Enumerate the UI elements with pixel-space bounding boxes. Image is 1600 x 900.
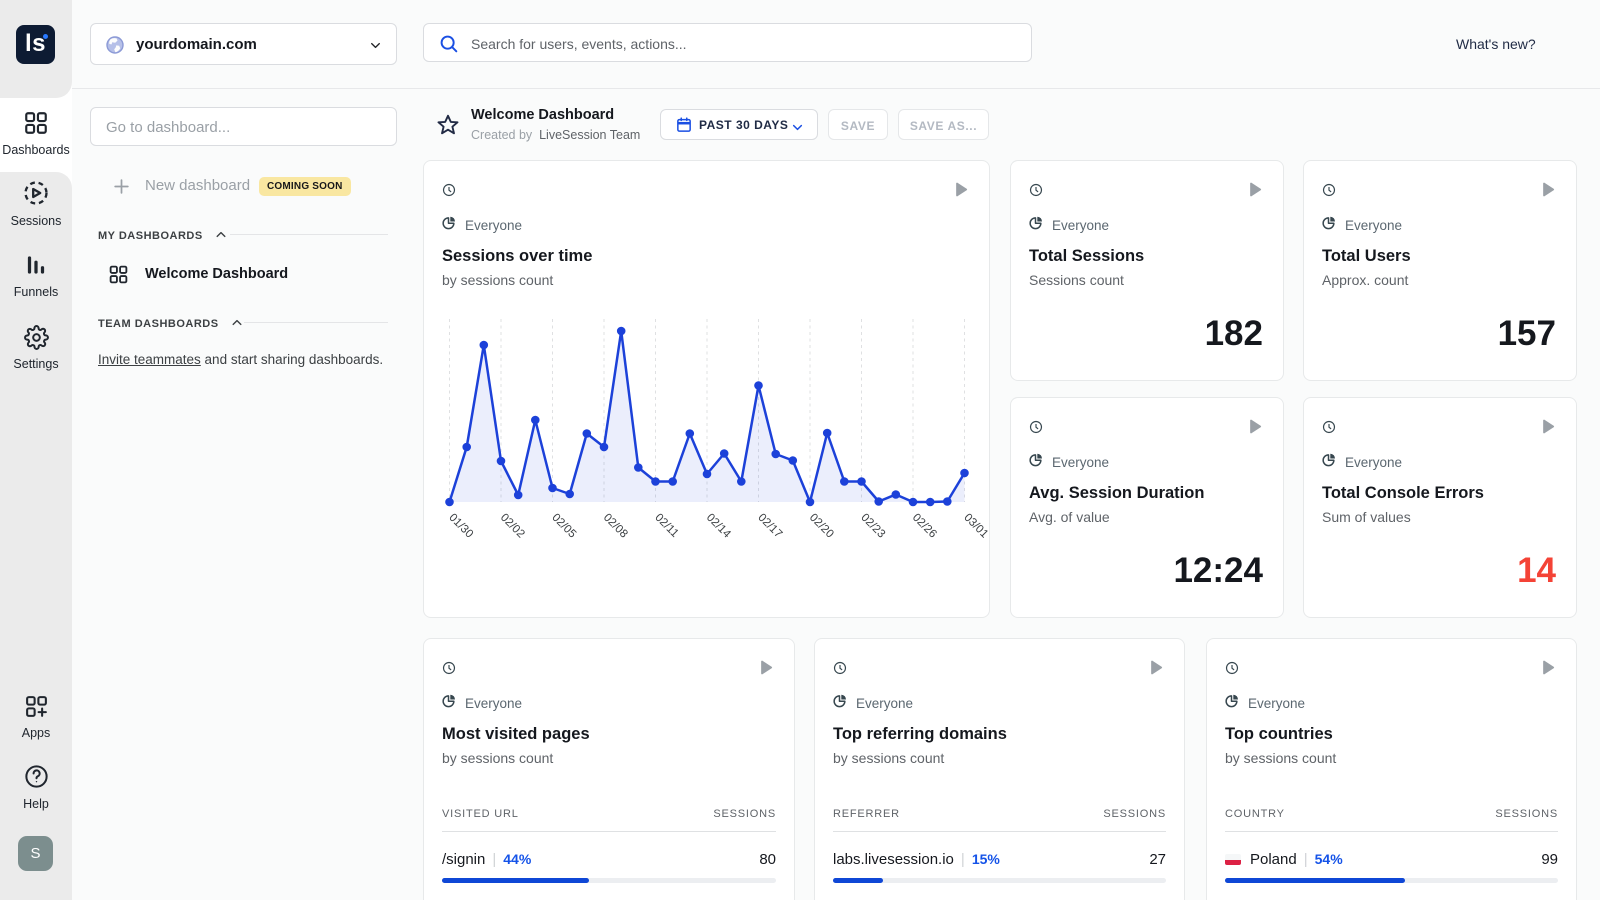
svg-text:02/08: 02/08 [601, 512, 630, 541]
svg-text:02/26: 02/26 [910, 512, 939, 541]
svg-text:02/05: 02/05 [549, 512, 578, 541]
svg-text:02/14: 02/14 [704, 512, 733, 541]
svg-text:02/23: 02/23 [858, 512, 887, 541]
svg-text:02/02: 02/02 [498, 512, 527, 541]
svg-text:02/20: 02/20 [807, 512, 836, 541]
svg-text:01/30: 01/30 [446, 512, 475, 541]
svg-text:02/17: 02/17 [755, 512, 784, 541]
svg-text:02/11: 02/11 [652, 512, 680, 540]
svg-text:03/01: 03/01 [961, 512, 989, 541]
